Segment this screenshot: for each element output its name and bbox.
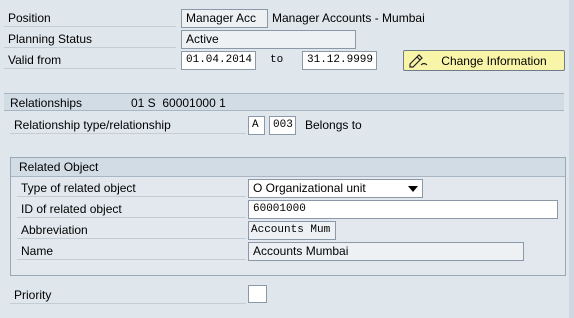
pen-edit-icon — [408, 53, 430, 68]
relationships-header: Relationships 01 S 60001000 1 — [4, 93, 564, 111]
name-label: Name — [17, 242, 246, 260]
position-short-field: Manager Acc — [181, 9, 268, 28]
abbreviation-label: Abbreviation — [17, 221, 246, 239]
scrollbar[interactable] — [569, 0, 574, 318]
change-information-button[interactable]: Change Information — [403, 50, 565, 71]
related-object-header: Related Object — [11, 158, 565, 177]
relationships-title: Relationships — [10, 96, 83, 110]
planning-status-label: Planning Status — [4, 30, 176, 48]
position-long-text: Manager Accounts - Mumbai — [272, 11, 425, 25]
related-id-field[interactable]: 60001000 — [248, 200, 558, 219]
to-label: to — [270, 54, 284, 66]
planning-status-field: Active — [181, 30, 356, 49]
related-type-value: O Organizational unit — [253, 181, 366, 195]
valid-to-field[interactable]: 31.12.9999 — [302, 51, 377, 70]
valid-from-label: Valid from — [4, 51, 176, 69]
relationships-info: 01 S 60001000 1 — [131, 96, 226, 110]
relationship-code-field[interactable]: 003 — [269, 116, 296, 135]
relationship-text: Belongs to — [305, 118, 362, 132]
relationship-type-label: Relationship type/relationship — [10, 116, 246, 134]
priority-field[interactable] — [248, 285, 267, 303]
position-label: Position — [4, 9, 176, 27]
priority-label: Priority — [10, 286, 246, 304]
abbreviation-field: Accounts Mum — [248, 221, 336, 240]
name-field: Accounts Mumbai — [248, 242, 524, 261]
related-type-label: Type of related object — [17, 179, 246, 197]
related-object-title: Related Object — [19, 160, 99, 174]
related-type-dropdown[interactable]: O Organizational unit — [248, 179, 423, 198]
change-information-label: Change Information — [441, 53, 547, 68]
relationship-type-code-field[interactable]: A — [248, 116, 265, 135]
chevron-down-icon[interactable] — [408, 186, 418, 192]
related-id-label: ID of related object — [17, 200, 246, 218]
valid-from-field[interactable]: 01.04.2014 — [181, 51, 256, 70]
